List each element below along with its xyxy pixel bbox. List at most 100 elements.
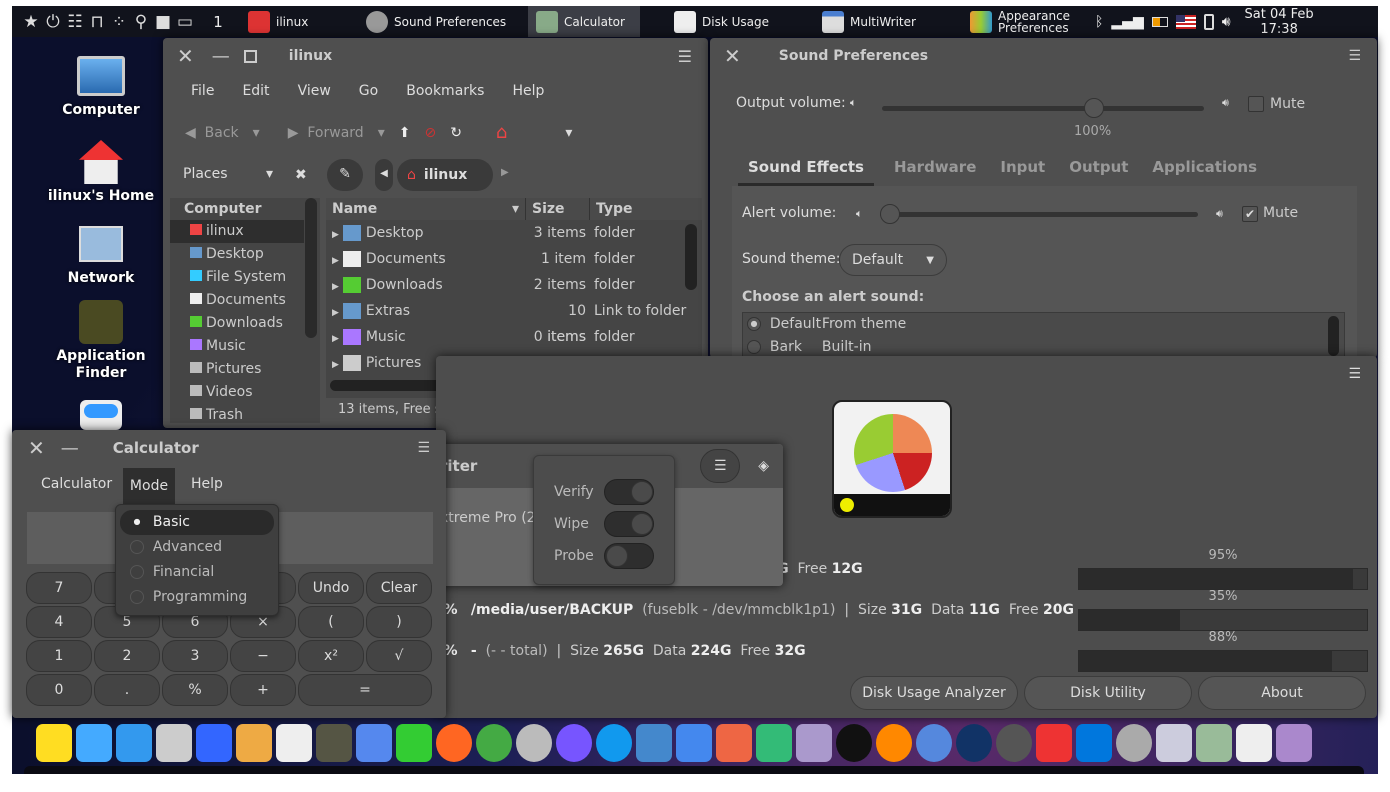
store-icon[interactable] bbox=[276, 724, 312, 762]
menu-edit[interactable]: Edit bbox=[242, 83, 269, 99]
viber-icon[interactable] bbox=[556, 724, 592, 762]
task-ilinux[interactable]: ilinux bbox=[240, 6, 358, 37]
probe-toggle[interactable] bbox=[604, 543, 654, 569]
menu-view[interactable]: View bbox=[298, 83, 331, 99]
desktop-icon-computer[interactable]: Computer bbox=[40, 56, 162, 118]
sidebar-item-downloads[interactable]: Downloads bbox=[170, 312, 320, 335]
key-x²[interactable]: x² bbox=[298, 640, 364, 672]
menu-help[interactable]: Help bbox=[191, 476, 223, 492]
key-=[interactable]: = bbox=[298, 674, 432, 706]
alert-sound-row[interactable]: Bark Built-in bbox=[743, 336, 1344, 358]
clock[interactable]: Sat 04 Feb 17:38 bbox=[1245, 7, 1314, 37]
output-volume-slider[interactable] bbox=[882, 98, 1204, 118]
about-button[interactable]: About bbox=[1198, 676, 1366, 710]
skype-icon[interactable] bbox=[596, 724, 632, 762]
qbittorrent-icon[interactable] bbox=[916, 724, 952, 762]
key-%[interactable]: % bbox=[162, 674, 228, 706]
binoculars-icon[interactable]: ⊓ bbox=[86, 12, 108, 32]
sidebar-scrollbar[interactable] bbox=[305, 198, 317, 338]
alert-mute-checkbox[interactable]: ✔ bbox=[1242, 206, 1258, 222]
expander-icon[interactable]: ▶ bbox=[332, 360, 339, 370]
workspace-switcher[interactable]: 1 bbox=[196, 13, 240, 31]
task-calculator[interactable]: Calculator bbox=[528, 6, 640, 37]
signal-icon[interactable]: ▂▄▆ bbox=[1111, 14, 1143, 30]
mode-programming[interactable]: Programming bbox=[120, 585, 274, 610]
key-1[interactable]: 1 bbox=[26, 640, 92, 672]
close-sidebar-icon[interactable]: ✖ bbox=[295, 167, 307, 183]
path-left-arrow[interactable]: ◀ bbox=[375, 159, 393, 191]
key-Clear[interactable]: Clear bbox=[366, 572, 432, 604]
toggles-icon[interactable] bbox=[196, 724, 232, 762]
radio-button[interactable]: ● bbox=[747, 317, 761, 331]
disk-usage-icon[interactable] bbox=[1236, 724, 1272, 762]
path-button-ilinux[interactable]: ⌂ ilinux bbox=[397, 159, 493, 191]
sound-list-scrollbar[interactable] bbox=[1328, 316, 1339, 356]
sidebar-item-trash[interactable]: Trash bbox=[170, 404, 320, 427]
menu-bookmarks[interactable]: Bookmarks bbox=[406, 83, 484, 99]
alert-sound-row[interactable]: ● DefaultFrom theme bbox=[743, 313, 1344, 336]
file-row[interactable]: ▶ Desktop 3 items folder bbox=[326, 220, 702, 246]
desktop-icon-toggles[interactable] bbox=[80, 400, 122, 430]
back-history-chevron[interactable]: ▾ bbox=[253, 125, 260, 141]
places-dropdown[interactable]: Places ▾ bbox=[183, 166, 273, 182]
vertical-scrollbar[interactable] bbox=[685, 224, 697, 290]
tab-sound-effects[interactable]: Sound Effects bbox=[738, 148, 874, 186]
close-icon[interactable]: ✕ bbox=[28, 436, 45, 460]
anydesk-icon[interactable] bbox=[1036, 724, 1072, 762]
device-icon[interactable]: ◈ bbox=[758, 458, 769, 474]
key-7[interactable]: 7 bbox=[26, 572, 92, 604]
mode-advanced[interactable]: Advanced bbox=[120, 535, 274, 560]
output-mute-checkbox[interactable] bbox=[1248, 96, 1264, 112]
earth-pro-icon[interactable] bbox=[516, 724, 552, 762]
menu-help[interactable]: Help bbox=[512, 83, 544, 99]
volume-icon[interactable]: 🔊︎ bbox=[1222, 14, 1231, 30]
wipe-toggle[interactable] bbox=[604, 511, 654, 537]
mode-financial[interactable]: Financial bbox=[120, 560, 274, 585]
hamburger-menu-icon[interactable]: ☰ bbox=[1348, 48, 1361, 64]
sidebar-item-ilinux[interactable]: ilinux bbox=[170, 220, 304, 243]
home-icon[interactable]: ⌂ bbox=[496, 122, 507, 143]
key-Undo[interactable]: Undo bbox=[298, 572, 364, 604]
disk-usage-analyzer-button[interactable]: Disk Usage Analyzer bbox=[850, 676, 1018, 710]
sidebar-item-file-system[interactable]: File System bbox=[170, 266, 320, 289]
tab-applications[interactable]: Applications bbox=[1142, 148, 1267, 186]
wps-presentation-icon[interactable] bbox=[716, 724, 752, 762]
desktop-icon-network[interactable]: Network bbox=[40, 226, 162, 286]
sidebar-item-desktop[interactable]: Desktop bbox=[170, 243, 320, 266]
key-)[interactable]: ) bbox=[366, 606, 432, 638]
key-−[interactable]: − bbox=[230, 640, 296, 672]
column-name[interactable]: Name ▾ bbox=[326, 198, 526, 220]
expander-icon[interactable]: ▶ bbox=[332, 282, 339, 292]
show-desktop-icon[interactable]: ▭ bbox=[174, 12, 196, 32]
sidebar-item-pictures[interactable]: Pictures bbox=[170, 358, 320, 381]
file-row[interactable]: ▶ Documents 1 item folder bbox=[326, 246, 702, 272]
verify-toggle[interactable] bbox=[604, 479, 654, 505]
apps-grid-icon[interactable]: ⁘ bbox=[108, 12, 130, 32]
column-size[interactable]: Size bbox=[526, 198, 590, 220]
disk-utility-button[interactable]: Disk Utility bbox=[1024, 676, 1192, 710]
tab-hardware[interactable]: Hardware bbox=[884, 148, 986, 186]
pipe-icon[interactable] bbox=[396, 724, 432, 762]
desktop-icon-application-finder[interactable]: Application Finder bbox=[40, 300, 162, 382]
hamburger-menu-icon[interactable]: ☰ bbox=[1348, 366, 1361, 382]
hamburger-menu-button[interactable]: ☰ bbox=[700, 449, 741, 483]
key-0[interactable]: 0 bbox=[26, 674, 92, 706]
toolbar-overflow-chevron[interactable]: ▾ bbox=[565, 125, 572, 141]
thunderbird-icon[interactable] bbox=[636, 724, 672, 762]
tab-input[interactable]: Input bbox=[990, 148, 1055, 186]
forward-button[interactable]: ▶ Forward bbox=[288, 125, 364, 141]
webcam-icon[interactable] bbox=[796, 724, 832, 762]
path-right-arrow[interactable]: ▶ bbox=[501, 167, 509, 178]
menu-mode[interactable]: Mode bbox=[123, 468, 175, 504]
chrome-icon[interactable] bbox=[476, 724, 512, 762]
sidebar-item-documents[interactable]: Documents bbox=[170, 289, 320, 312]
forward-history-chevron[interactable]: ▾ bbox=[378, 125, 385, 141]
teamviewer-icon[interactable] bbox=[1076, 724, 1112, 762]
file-row[interactable]: ▶ Downloads 2 items folder bbox=[326, 272, 702, 298]
launcher-icon[interactable] bbox=[76, 724, 112, 762]
menu-go[interactable]: Go bbox=[359, 83, 378, 99]
desktop-icon-home[interactable]: ilinux's Home bbox=[40, 140, 162, 204]
a-app-icon[interactable] bbox=[836, 724, 872, 762]
task-disk-usage[interactable]: Disk Usage bbox=[666, 6, 814, 37]
power-battery-icon[interactable] bbox=[1203, 13, 1214, 30]
